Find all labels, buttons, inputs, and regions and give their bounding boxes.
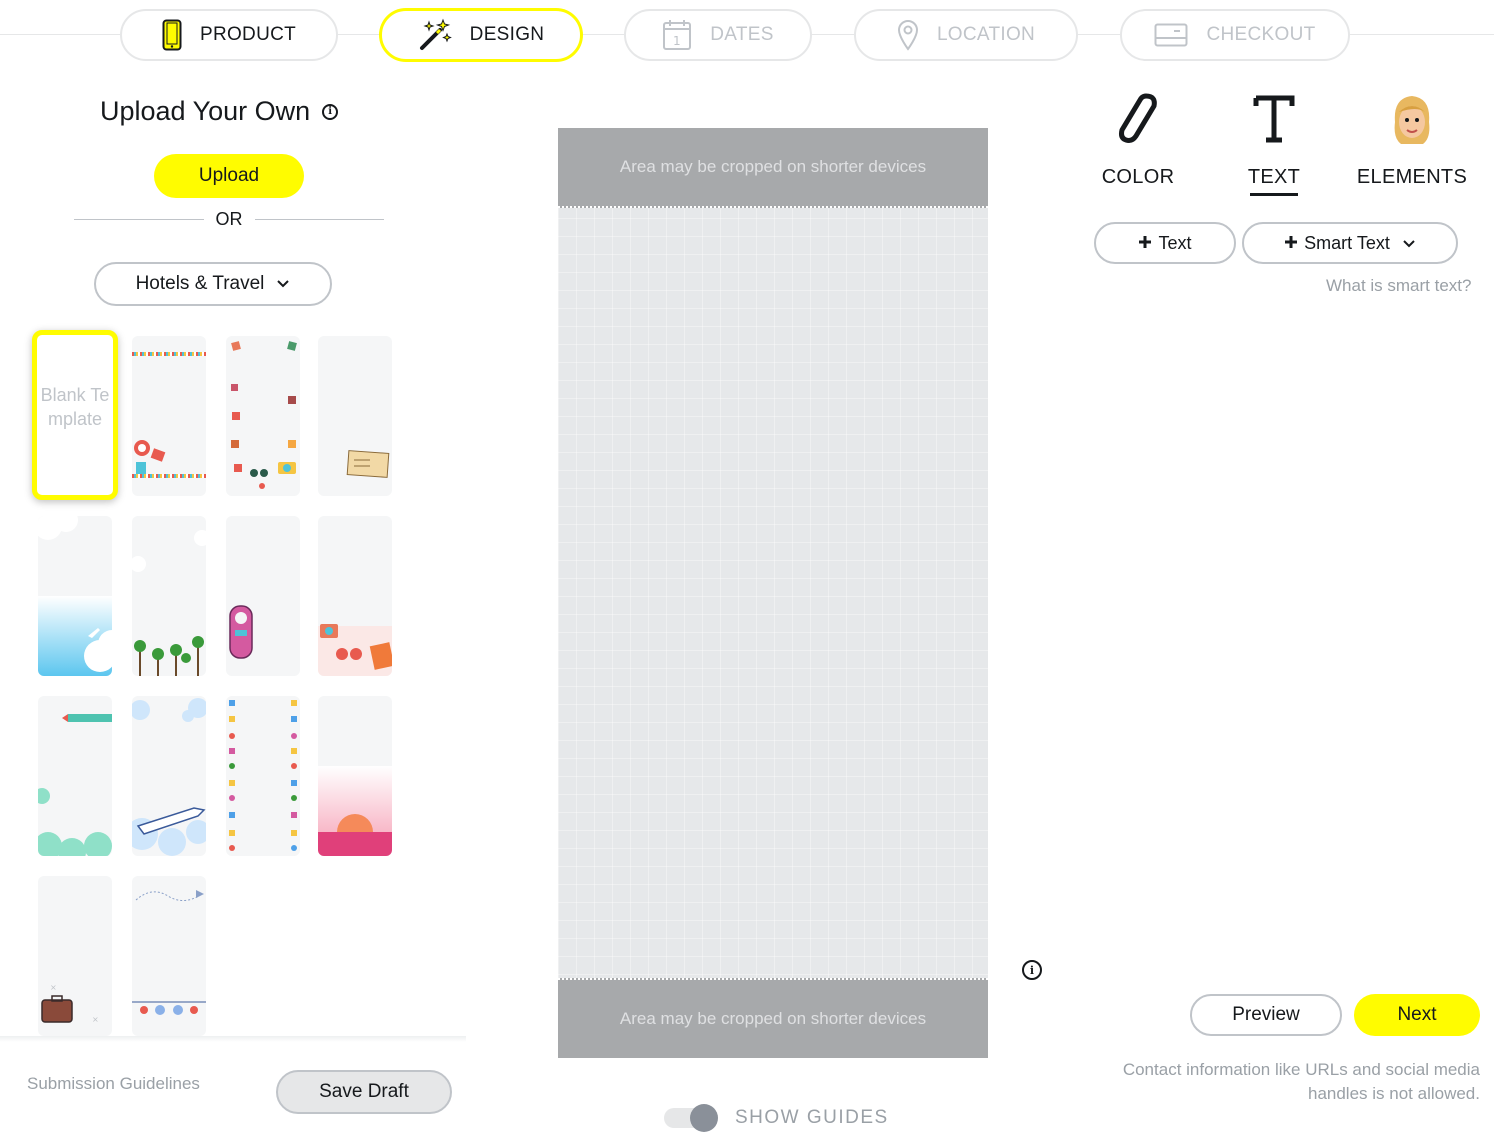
active-tab-indicator <box>1250 193 1298 196</box>
tab-color[interactable]: COLOR <box>1100 92 1176 189</box>
category-label: Hotels & Travel <box>135 273 265 294</box>
step-label: DATES <box>710 24 774 45</box>
template-palm-trees[interactable] <box>132 516 206 676</box>
calendar-icon: 1 <box>662 19 692 51</box>
category-dropdown[interactable]: Hotels & Travel <box>94 262 332 306</box>
smart-text-help-link[interactable]: What is smart text? <box>1326 276 1471 296</box>
or-label: OR <box>215 208 243 229</box>
template-clouds-jet[interactable] <box>132 696 206 856</box>
step-product[interactable]: PRODUCT <box>120 9 338 61</box>
or-divider: OR <box>74 206 384 232</box>
info-icon[interactable]: i <box>1022 960 1042 980</box>
phone-icon <box>162 19 182 51</box>
magic-wand-icon <box>418 18 452 52</box>
template-travel-icons-border[interactable] <box>226 696 300 856</box>
template-airplane-banner[interactable] <box>38 696 112 856</box>
step-label: PRODUCT <box>199 24 297 45</box>
step-checkout[interactable]: CHECKOUT <box>1120 9 1350 61</box>
show-guides-toggle[interactable] <box>664 1104 718 1132</box>
tab-text-label: TEXT <box>1247 166 1301 188</box>
footer-separator <box>0 1036 466 1042</box>
smart-text-dropdown[interactable]: Smart Text <box>1242 222 1458 264</box>
step-design[interactable]: DESIGN <box>380 9 582 61</box>
chevron-down-icon <box>276 273 290 295</box>
step-location[interactable]: LOCATION <box>854 9 1078 61</box>
credit-card-icon <box>1154 23 1188 47</box>
template-blank[interactable]: Blank Template <box>32 330 118 500</box>
plus-icon <box>1284 233 1298 254</box>
location-pin-icon <box>897 19 919 51</box>
svg-text:1: 1 <box>673 34 681 48</box>
crop-notice-top: Area may be cropped on shorter devices <box>558 128 988 208</box>
step-label: LOCATION <box>936 24 1036 45</box>
svg-text:×: × <box>92 1015 99 1024</box>
text-t-icon <box>1252 92 1296 152</box>
svg-text:×: × <box>50 983 57 992</box>
upload-button[interactable]: Upload <box>154 154 304 198</box>
save-draft-button[interactable]: Save Draft <box>276 1070 452 1114</box>
template-suitcase[interactable]: × × <box>38 876 112 1036</box>
next-button[interactable]: Next <box>1354 994 1480 1036</box>
submission-guidelines-link[interactable]: Submission Guidelines <box>27 1074 200 1094</box>
tab-text[interactable]: TEXT <box>1240 92 1308 196</box>
tab-elements[interactable]: ELEMENTS <box>1356 92 1468 189</box>
template-sunglasses-camera[interactable] <box>318 516 392 676</box>
crop-notice-bottom: Area may be cropped on shorter devices <box>558 978 988 1058</box>
add-text-button[interactable]: Text <box>1094 222 1236 264</box>
template-pink-sunset[interactable] <box>318 696 392 856</box>
info-icon[interactable]: i <box>322 103 339 120</box>
smart-text-label: Smart Text <box>1304 232 1390 253</box>
tab-elements-label: ELEMENTS <box>1356 166 1468 188</box>
template-airmail-border[interactable] <box>132 336 206 496</box>
preview-button[interactable]: Preview <box>1190 994 1342 1036</box>
design-canvas[interactable]: Area may be cropped on shorter devices A… <box>558 128 988 1058</box>
bitmoji-avatar-icon <box>1387 92 1437 152</box>
step-label: CHECKOUT <box>1206 24 1316 45</box>
template-sky-clouds-plane[interactable] <box>38 516 112 676</box>
template-door-hanger[interactable] <box>226 516 300 676</box>
chevron-down-icon <box>1402 233 1416 254</box>
template-photo-frames[interactable] <box>226 336 300 496</box>
toggle-knob <box>690 1104 718 1132</box>
show-guides-label: SHOW GUIDES <box>735 1107 889 1128</box>
upload-title-text: Upload Your Own <box>100 96 311 126</box>
paint-pen-icon <box>1116 92 1160 152</box>
contact-disclaimer: Contact information like URLs and social… <box>1122 1060 1480 1103</box>
step-label: DESIGN <box>469 24 545 45</box>
step-dates[interactable]: 1 DATES <box>624 9 812 61</box>
template-postcard[interactable] <box>318 336 392 496</box>
upload-heading: Upload Your Own i <box>100 96 339 127</box>
blank-template-label: Blank Template <box>40 385 110 429</box>
tab-color-label: COLOR <box>1101 166 1175 188</box>
plus-icon <box>1138 233 1152 254</box>
template-paper-plane[interactable] <box>132 876 206 1036</box>
add-text-label: Text <box>1158 232 1192 253</box>
